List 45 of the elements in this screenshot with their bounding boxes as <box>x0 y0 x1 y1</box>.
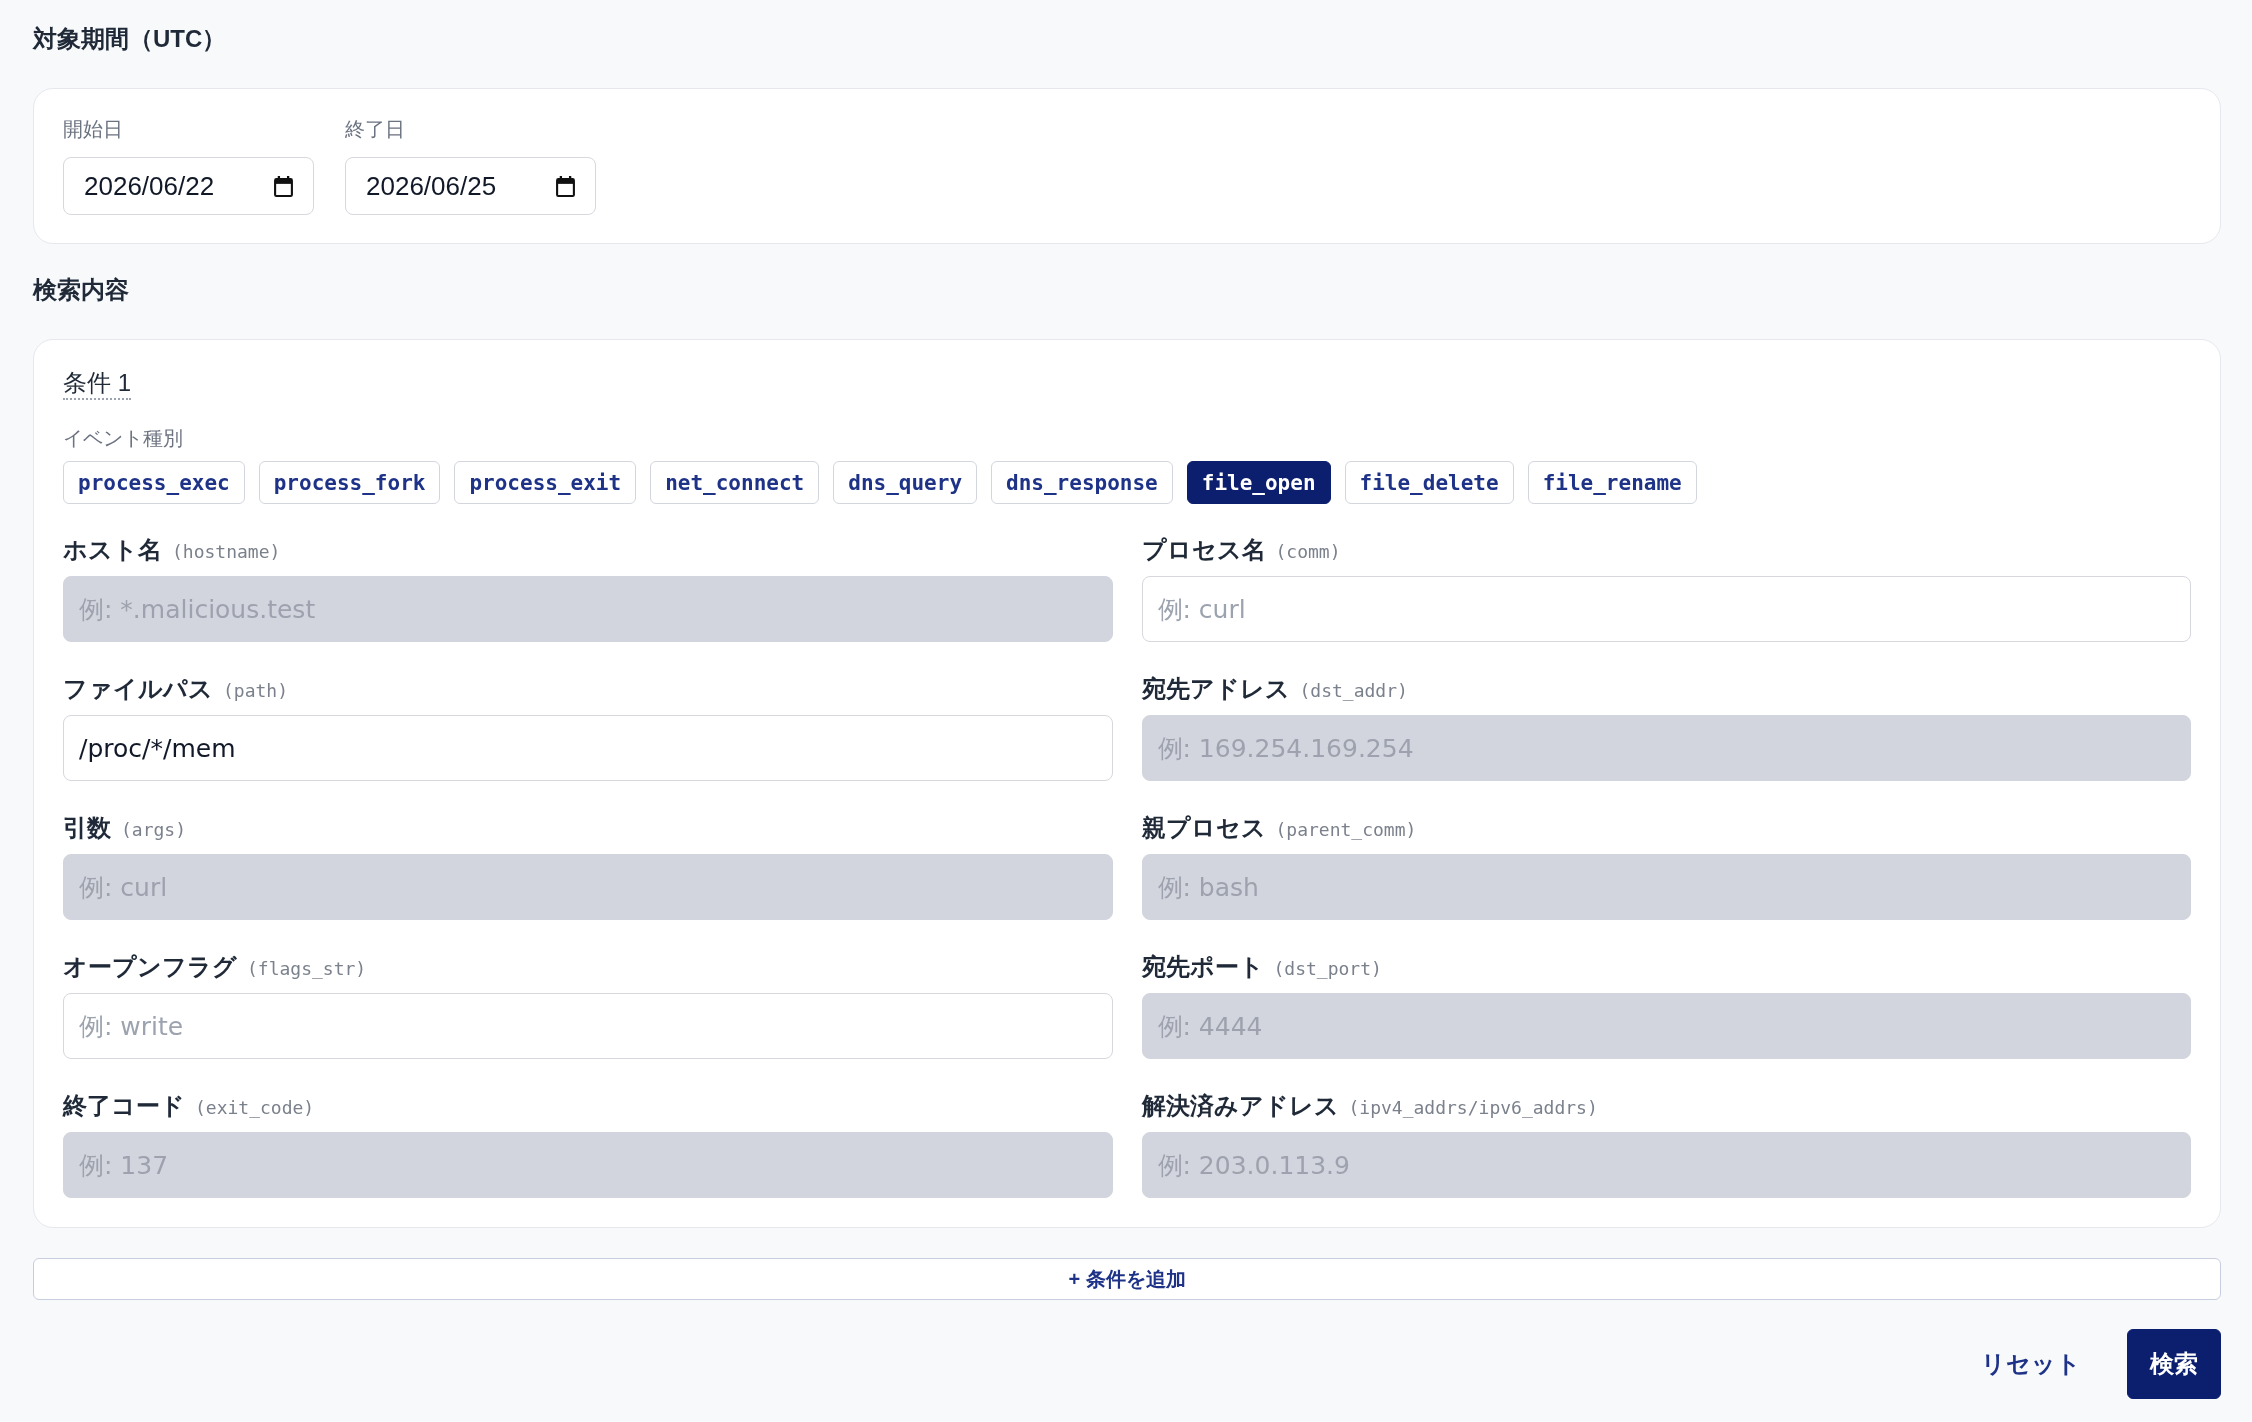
date-label: 開始日 <box>63 117 123 142</box>
field-label: 宛先アドレス <box>1141 674 1290 704</box>
field-label: 終了コード <box>63 1091 185 1121</box>
field-hint: (args) <box>121 818 187 842</box>
section-heading: 対象期間（UTC） <box>33 24 227 54</box>
field-hint: (dst_port) <box>1273 957 1382 981</box>
calendar-icon[interactable] <box>274 175 293 197</box>
text-field[interactable]: 例: curl <box>1141 576 2191 642</box>
event-type-chip[interactable]: dns_response <box>991 461 1173 504</box>
field-hint: (path) <box>223 679 289 703</box>
event-type-chip[interactable]: process_exit <box>454 461 637 504</box>
field-label: 引数 <box>63 813 111 843</box>
field-label: 宛先ポート <box>1141 952 1264 982</box>
field-hint: (flags_str) <box>247 957 367 981</box>
field-label: オープンフラグ <box>63 952 237 982</box>
field-label: プロセス名 <box>1141 535 1266 565</box>
text-field[interactable]: /proc/*/mem <box>63 715 1113 781</box>
date-field[interactable]: 2026/06/25 <box>345 157 596 215</box>
date-label: 終了日 <box>345 117 405 142</box>
field-hint: (comm) <box>1275 540 1341 564</box>
field-hint: (exit_code) <box>195 1096 315 1120</box>
field-hint: (parent_comm) <box>1275 818 1417 842</box>
event-type-label: イベント種別 <box>63 426 183 451</box>
field-hint: (dst_addr) <box>1299 679 1408 703</box>
event-type-chip[interactable]: process_exec <box>63 461 245 504</box>
field-label: 解決済みアドレス <box>1141 1091 1339 1121</box>
event-type-chip[interactable]: file_open <box>1186 461 1331 504</box>
event-type-chip[interactable]: file_rename <box>1527 461 1697 504</box>
field-hint: (hostname) <box>172 540 281 564</box>
field-label: 親プロセス <box>1141 813 1266 843</box>
add-condition-button[interactable]: + 条件を追加 <box>33 1258 2221 1300</box>
event-type-chip[interactable]: net_connect <box>650 461 820 504</box>
field-label: ホスト名 <box>63 535 162 565</box>
date-field[interactable]: 2026/06/22 <box>63 157 314 215</box>
section-heading: 検索内容 <box>33 275 129 305</box>
text-field[interactable]: 例: write <box>63 993 1113 1059</box>
search-button[interactable]: 検索 <box>2127 1329 2221 1399</box>
field-label: ファイルパス <box>63 674 213 704</box>
event-type-chip[interactable]: file_delete <box>1344 461 1514 504</box>
calendar-icon[interactable] <box>556 175 575 197</box>
reset-button[interactable]: リセット <box>1959 1329 2103 1399</box>
condition-title: 条件 1 <box>63 368 131 400</box>
field-hint: (ipv4_addrs/ipv6_addrs) <box>1348 1096 1598 1120</box>
event-type-chip[interactable]: dns_query <box>833 461 978 504</box>
event-type-chip[interactable]: process_fork <box>258 461 441 504</box>
